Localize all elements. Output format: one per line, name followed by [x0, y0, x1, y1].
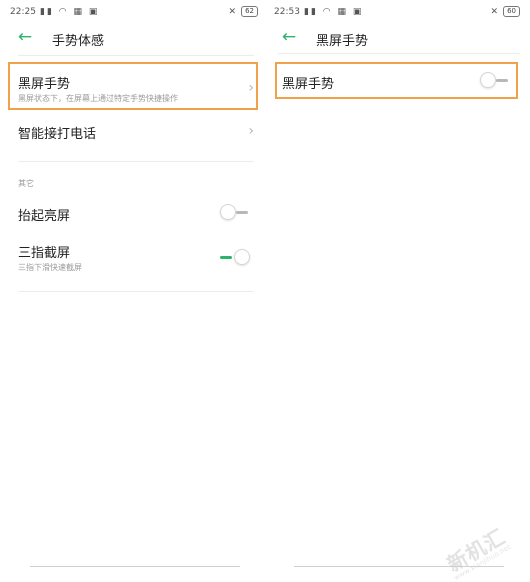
- section-header: 其它: [18, 179, 34, 188]
- battery-icon: 62: [241, 6, 258, 17]
- three-finger-screenshot-toggle[interactable]: [220, 248, 254, 268]
- home-indicator: [294, 566, 504, 567]
- list-item-three-finger-screenshot: 三指截屏 三指下滑快速截屏: [0, 238, 268, 278]
- title-bar: ← 手势体感: [0, 24, 268, 52]
- chevron-right-icon: ›: [248, 80, 254, 96]
- status-bar: 22:53 ▮▮ ◠ ▦ ▣ ✕ 60: [268, 0, 530, 22]
- page-title: 手势体感: [52, 34, 105, 49]
- left-screen: 22:25 ▮▮ ◠ ▦ ▣ ✕ 62 ← 手势体感 黑屏手势 黑屏状态下，在屏…: [0, 0, 268, 570]
- back-arrow-icon[interactable]: ←: [16, 28, 34, 46]
- vibrate-icon: ✕: [228, 6, 237, 17]
- list-item-screen-off-gesture-toggle: 黑屏手势: [268, 62, 530, 100]
- page-title: 黑屏手势: [316, 34, 369, 49]
- chevron-right-icon: ›: [248, 123, 254, 139]
- list-item-raise-to-wake: 抬起亮屏: [0, 198, 268, 228]
- item-label: 智能接打电话: [18, 127, 97, 142]
- battery-icon: 60: [503, 6, 520, 17]
- item-subtitle: 黑屏状态下，在屏幕上通过特定手势快捷操作: [18, 94, 178, 103]
- status-time: 22:25: [10, 7, 36, 17]
- divider: [18, 55, 254, 56]
- item-subtitle: 三指下滑快速截屏: [18, 263, 82, 272]
- screen-off-gesture-toggle[interactable]: [480, 71, 514, 91]
- status-bar: 22:25 ▮▮ ◠ ▦ ▣ ✕ 62: [0, 0, 268, 22]
- signal-wifi-icons: ▮▮ ◠ ▦ ▣: [304, 7, 364, 17]
- item-label: 三指截屏: [18, 246, 71, 261]
- item-label: 抬起亮屏: [18, 209, 71, 224]
- divider: [18, 291, 254, 292]
- raise-to-wake-toggle[interactable]: [220, 203, 254, 223]
- divider: [278, 53, 520, 54]
- divider: [18, 161, 254, 162]
- status-time: 22:53: [274, 7, 300, 17]
- item-label: 黑屏手势: [282, 77, 335, 92]
- right-screen: 22:53 ▮▮ ◠ ▦ ▣ ✕ 60 ← 黑屏手势 黑屏手势 新机汇 www.…: [268, 0, 530, 582]
- home-indicator: [30, 566, 240, 567]
- item-label: 黑屏手势: [18, 77, 71, 92]
- back-arrow-icon[interactable]: ←: [280, 28, 298, 46]
- signal-wifi-icons: ▮▮ ◠ ▦ ▣: [40, 7, 100, 17]
- vibrate-icon: ✕: [490, 6, 499, 17]
- title-bar: ← 黑屏手势: [268, 24, 530, 52]
- list-item-smart-call[interactable]: 智能接打电话 ›: [0, 116, 268, 148]
- list-item-screen-off-gesture[interactable]: 黑屏手势 黑屏状态下，在屏幕上通过特定手势快捷操作 ›: [0, 62, 268, 112]
